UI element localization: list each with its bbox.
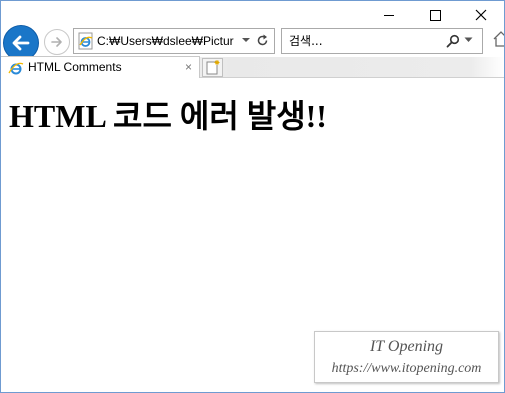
page-heading: HTML 코드 에러 발생!!	[9, 98, 327, 134]
ie-logo-icon	[8, 62, 24, 75]
watermark-logo: IT Opening https://www.itopening.com	[314, 331, 499, 383]
address-url[interactable]: C:₩Users₩dslee₩Pictures₩	[97, 33, 234, 49]
ie-logo-icon	[78, 32, 93, 50]
close-icon	[475, 9, 487, 21]
search-icon[interactable]	[446, 34, 460, 48]
new-tab-icon	[206, 60, 220, 75]
search-input[interactable]: 검색...	[289, 33, 323, 49]
tab-html-comments[interactable]: HTML Comments ×	[1, 56, 200, 78]
search-box[interactable]: 검색...	[281, 28, 483, 54]
maximize-icon	[429, 9, 441, 21]
watermark-name: IT Opening	[369, 338, 444, 355]
address-bar[interactable]: C:₩Users₩dslee₩Pictures₩	[73, 28, 275, 54]
chevron-down-icon[interactable]	[464, 37, 473, 43]
browser-window: C:₩Users₩dslee₩Pictures₩ 검색...	[0, 0, 505, 393]
watermark-url: https://www.itopening.com	[331, 361, 482, 376]
minimize-icon	[384, 14, 394, 16]
tab-bar: HTML Comments ×	[1, 56, 504, 78]
home-icon[interactable]	[493, 30, 505, 48]
new-tab-button[interactable]	[202, 58, 223, 77]
tab-title: HTML Comments	[28, 60, 122, 74]
forward-button[interactable]	[44, 29, 70, 55]
page-content: HTML 코드 에러 발생!! IT Opening https://www.i…	[1, 78, 504, 392]
tab-close-icon[interactable]: ×	[185, 59, 192, 75]
navigation-bar: C:₩Users₩dslee₩Pictures₩ 검색...	[1, 23, 505, 61]
back-arrow-icon	[12, 35, 30, 51]
refresh-icon[interactable]	[256, 34, 269, 47]
forward-arrow-icon	[51, 37, 62, 47]
chevron-down-icon[interactable]	[240, 34, 252, 46]
